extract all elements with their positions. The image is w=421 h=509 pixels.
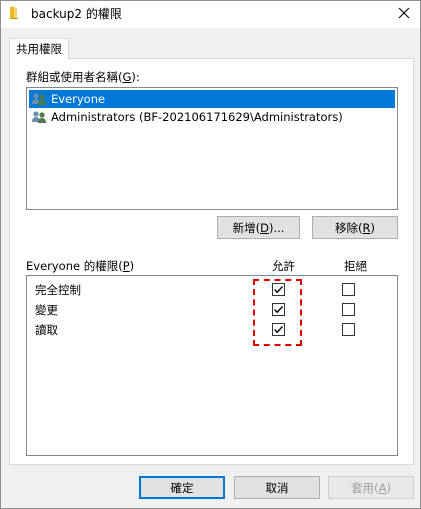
close-icon xyxy=(398,7,410,22)
permissions-list: 完全控制 變更 讀取 xyxy=(26,275,398,456)
allow-checkbox-full-control[interactable] xyxy=(272,283,285,296)
deny-checkbox-read[interactable] xyxy=(342,323,355,336)
list-item-administrators[interactable]: Administrators (BF-202106171629\Administ… xyxy=(29,108,395,126)
window-title: backup2 的權限 xyxy=(31,7,122,21)
cancel-button[interactable]: 取消 xyxy=(234,476,320,499)
allow-column-header: 允許 xyxy=(272,259,295,273)
permissions-label: Everyone 的權限(P) xyxy=(26,259,135,273)
allow-checkbox-read[interactable] xyxy=(272,323,285,336)
allow-checkbox-change[interactable] xyxy=(272,303,285,316)
list-item-everyone[interactable]: Everyone xyxy=(29,90,395,108)
permission-row-read: 讀取 xyxy=(27,320,397,340)
list-item-label: Administrators (BF-202106171629\Administ… xyxy=(51,110,343,124)
user-group-icon xyxy=(31,109,47,125)
permission-name: 完全控制 xyxy=(35,283,81,297)
apply-button[interactable]: 套用(A) xyxy=(328,476,414,499)
permission-row-change: 變更 xyxy=(27,300,397,320)
users-list-label: 群組或使用者名稱(G): xyxy=(26,70,140,84)
tab-panel: 群組或使用者名稱(G): Everyone Administrators (BF… xyxy=(9,58,414,465)
close-button[interactable] xyxy=(390,1,418,27)
deny-column-header: 拒絕 xyxy=(344,259,367,273)
deny-checkbox-change[interactable] xyxy=(342,303,355,316)
permission-name: 變更 xyxy=(35,303,58,317)
remove-button[interactable]: 移除(R) xyxy=(312,216,398,239)
users-list[interactable]: Everyone Administrators (BF-202106171629… xyxy=(26,87,398,210)
tab-label: 共用權限 xyxy=(16,42,62,56)
user-group-icon xyxy=(31,91,47,107)
permissions-dialog: backup2 的權限 共用權限 群組或使用者名稱(G): Everyone A… xyxy=(0,0,421,509)
list-item-label: Everyone xyxy=(51,92,106,106)
title-bar: backup2 的權限 xyxy=(1,1,420,28)
deny-checkbox-full-control[interactable] xyxy=(342,283,355,296)
folder-icon xyxy=(9,6,23,20)
ok-button[interactable]: 確定 xyxy=(139,476,225,499)
add-button[interactable]: 新增(D)... xyxy=(217,216,300,239)
permission-row-full-control: 完全控制 xyxy=(27,280,397,300)
permission-name: 讀取 xyxy=(35,323,58,337)
tab-share-permissions[interactable]: 共用權限 xyxy=(9,38,69,59)
